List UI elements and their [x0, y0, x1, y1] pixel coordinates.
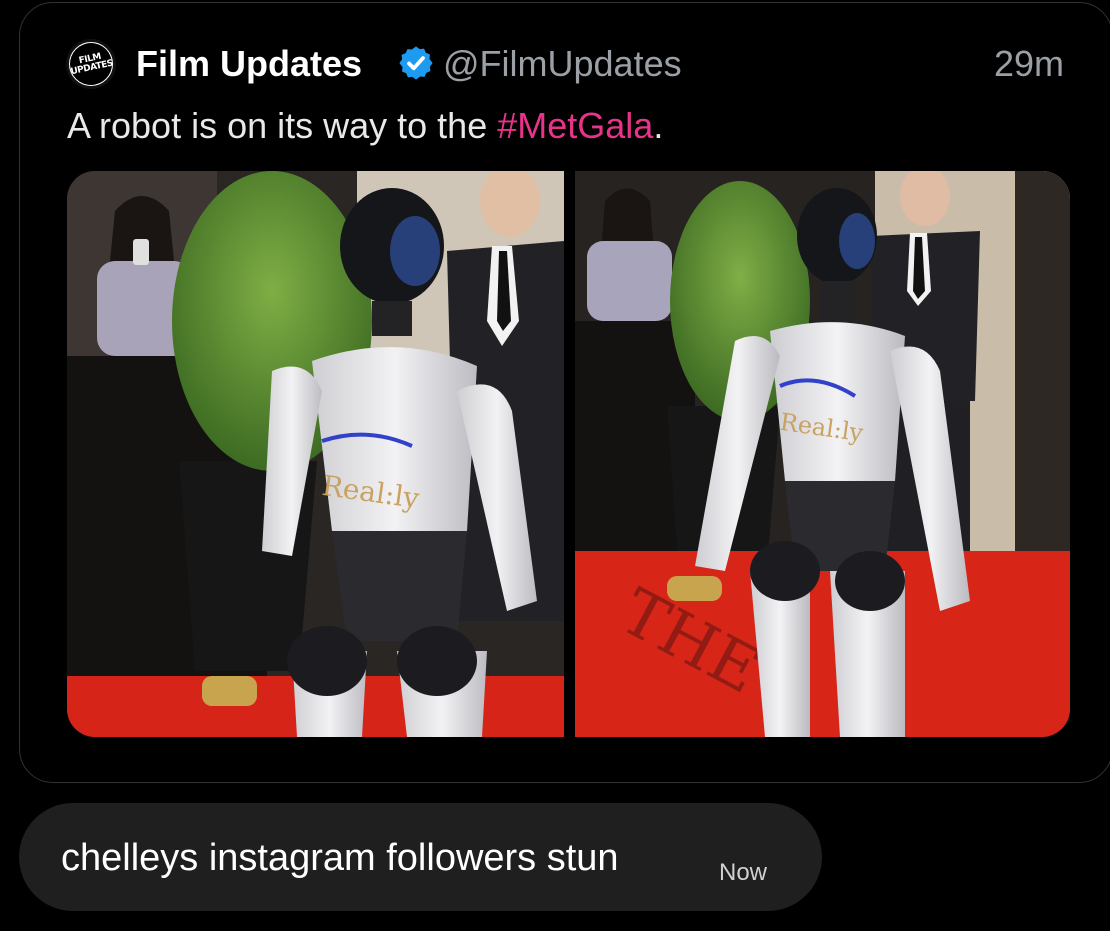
display-name[interactable]: Film Updates	[136, 43, 362, 85]
media-photo-2[interactable]: THE Real:ly	[575, 171, 1070, 737]
avatar-logo-line-2: UPDATES	[69, 58, 114, 78]
user-handle[interactable]: @FilmUpdates	[443, 43, 682, 85]
media-photo-1[interactable]: Real:ly	[67, 171, 564, 737]
reply-message-bubble[interactable]: chelleys instagram followers stun Now	[19, 803, 822, 911]
tweet-text: A robot is on its way to the #MetGala.	[67, 105, 663, 147]
tweet-header: FILM UPDATES Film Updates @FilmUpdates 2…	[66, 39, 1072, 91]
reply-message-text: chelleys instagram followers stun	[61, 837, 619, 879]
verified-badge-icon	[399, 46, 433, 80]
timestamp[interactable]: 29m	[994, 43, 1064, 85]
avatar-logo: FILM UPDATES	[66, 39, 116, 89]
robot-photo-1-image: Real:ly	[67, 171, 564, 737]
robot-photo-2-image: THE Real:ly	[575, 171, 1070, 737]
screen: FILM UPDATES Film Updates @FilmUpdates 2…	[0, 0, 1110, 931]
tweet-media-grid: Real:ly THE Real:ly	[67, 171, 1070, 737]
tweet-text-end: .	[653, 105, 664, 146]
tweet-text-body: A robot is on its way to the	[67, 105, 498, 146]
quoted-tweet-card[interactable]: FILM UPDATES Film Updates @FilmUpdates 2…	[19, 2, 1110, 783]
avatar[interactable]: FILM UPDATES	[66, 39, 116, 89]
hashtag-link[interactable]: #MetGala	[497, 105, 653, 146]
reply-message-time: Now	[719, 859, 768, 886]
